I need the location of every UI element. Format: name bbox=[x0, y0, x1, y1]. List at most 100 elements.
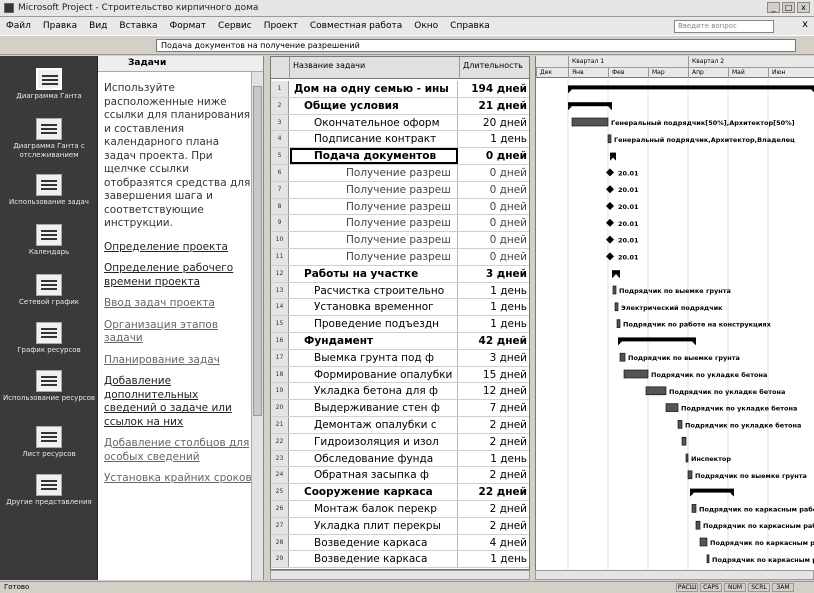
table-row[interactable]: 29 Возведение каркаса 1 день bbox=[271, 551, 529, 569]
menu-file[interactable]: Файл bbox=[0, 21, 37, 31]
duration-cell[interactable]: 3 дней bbox=[459, 266, 529, 282]
task-name-cell[interactable]: Получение разреш bbox=[290, 198, 458, 215]
table-row[interactable]: 21 Демонтаж опалубки с2 дней bbox=[271, 417, 529, 434]
duration-cell[interactable]: 1 день bbox=[459, 316, 529, 332]
link-working-time[interactable]: Определение рабочего времени проекта bbox=[104, 262, 252, 289]
menu-format[interactable]: Формат bbox=[164, 21, 213, 31]
view-more-views[interactable]: Другие представления bbox=[0, 474, 98, 507]
row-number[interactable]: 20 bbox=[271, 400, 289, 416]
row-number[interactable]: 23 bbox=[271, 450, 289, 467]
view-resource-usage[interactable]: Использование ресурсов bbox=[0, 370, 98, 403]
table-row[interactable]: 12 Работы на участке 3 дней bbox=[271, 265, 529, 283]
row-number[interactable]: 1 bbox=[271, 81, 289, 97]
task-name-cell[interactable]: Работы на участке bbox=[290, 265, 458, 282]
menu-insert[interactable]: Вставка bbox=[113, 21, 163, 31]
table-row[interactable]: 17 Выемка грунта под ф3 дней bbox=[271, 349, 529, 367]
menu-edit[interactable]: Правка bbox=[37, 21, 83, 31]
task-name-cell[interactable]: Дом на одну семью - ины bbox=[290, 81, 458, 97]
duration-cell[interactable]: 1 день bbox=[459, 451, 529, 467]
row-number[interactable]: 14 bbox=[271, 299, 289, 316]
link-set-deadlines[interactable]: Установка крайних сроков bbox=[104, 472, 252, 486]
task-name-cell[interactable]: Выдерживание стен ф bbox=[290, 400, 458, 416]
row-number[interactable]: 13 bbox=[271, 282, 289, 299]
table-row[interactable]: 11 Получение разреш 0 дней bbox=[271, 249, 529, 266]
row-number[interactable]: 12 bbox=[271, 265, 289, 282]
task-name-cell[interactable]: Получение разреш bbox=[290, 232, 458, 248]
duration-cell[interactable]: 0 дней bbox=[459, 165, 529, 181]
task-name-cell[interactable]: Получение разреш bbox=[290, 249, 458, 265]
table-row[interactable]: 22 Гидроизоляция и изол 2 дней bbox=[271, 433, 529, 451]
table-row[interactable]: 25 Сооружение каркаса 22 дней bbox=[271, 484, 529, 501]
duration-cell[interactable]: 15 дней bbox=[459, 367, 529, 383]
view-calendar[interactable]: Календарь bbox=[0, 224, 98, 257]
table-row[interactable]: 2 Общие условия 21 дней bbox=[271, 97, 529, 115]
duration-cell[interactable]: 12 дней bbox=[459, 383, 529, 399]
entry-field[interactable]: Подача документов на получение разрешени… bbox=[156, 39, 796, 52]
link-schedule-tasks[interactable]: Планирование задач bbox=[104, 354, 252, 368]
duration-cell[interactable]: 1 день bbox=[459, 283, 529, 299]
table-row[interactable]: 18 Формирование опалубки 15 дней bbox=[271, 366, 529, 384]
row-number[interactable]: 27 bbox=[271, 517, 289, 534]
row-number[interactable]: 10 bbox=[271, 232, 289, 248]
view-network-diagram[interactable]: Сетевой график bbox=[0, 274, 98, 307]
table-row[interactable]: 27 Укладка плит перекры 2 дней bbox=[271, 517, 529, 535]
task-name-cell[interactable]: Обследование фунда bbox=[290, 450, 458, 467]
link-add-task-info[interactable]: Добавление дополнительных сведений о зад… bbox=[104, 375, 252, 429]
duration-cell[interactable]: 20 дней bbox=[459, 115, 529, 131]
row-number[interactable]: 5 bbox=[271, 148, 289, 164]
row-number[interactable]: 25 bbox=[271, 484, 289, 500]
table-row[interactable]: 20 Выдерживание стен ф7 дней bbox=[271, 400, 529, 417]
duration-cell[interactable]: 4 дней bbox=[459, 535, 529, 551]
row-number[interactable]: 22 bbox=[271, 433, 289, 450]
row-number[interactable]: 18 bbox=[271, 366, 289, 383]
table-row[interactable]: 28 Возведение каркаса 4 дней bbox=[271, 534, 529, 552]
link-define-project[interactable]: Определение проекта bbox=[104, 241, 252, 255]
duration-cell[interactable]: 2 дней bbox=[459, 518, 529, 534]
task-name-cell[interactable]: Проведение подъездн bbox=[290, 316, 458, 332]
task-name-cell[interactable]: Общие условия bbox=[290, 97, 458, 114]
table-row[interactable]: 24 Обратная засыпка ф2 дней bbox=[271, 467, 529, 485]
row-number[interactable]: 26 bbox=[271, 501, 289, 517]
view-resource-graph[interactable]: График ресурсов bbox=[0, 322, 98, 355]
task-name-cell[interactable]: Фундамент bbox=[290, 333, 458, 349]
table-row[interactable]: 10 Получение разреш 0 дней bbox=[271, 232, 529, 249]
duration-cell[interactable]: 194 дней bbox=[459, 81, 529, 97]
table-row[interactable]: 19 Укладка бетона для ф 12 дней bbox=[271, 383, 529, 401]
task-name-cell[interactable]: Монтаж балок перекр bbox=[290, 501, 458, 517]
row-number[interactable]: 21 bbox=[271, 417, 289, 433]
row-number[interactable]: 24 bbox=[271, 467, 289, 484]
menu-help[interactable]: Справка bbox=[444, 21, 496, 31]
duration-cell[interactable]: 0 дней bbox=[459, 148, 529, 164]
table-row[interactable]: 14 Установка временног 1 день bbox=[271, 299, 529, 317]
table-row[interactable]: 4 Подписание контракт 1 день bbox=[271, 131, 529, 149]
duration-cell[interactable]: 0 дней bbox=[459, 215, 529, 231]
task-name-cell[interactable]: Установка временног bbox=[290, 299, 458, 316]
view-resource-sheet[interactable]: Лист ресурсов bbox=[0, 426, 98, 459]
task-name-cell[interactable]: Укладка бетона для ф bbox=[290, 383, 458, 400]
duration-cell[interactable]: 0 дней bbox=[459, 182, 529, 198]
scrollbar-thumb[interactable] bbox=[253, 86, 262, 416]
table-row[interactable]: 26 Монтаж балок перекр 2 дней bbox=[271, 501, 529, 518]
duration-cell[interactable]: 7 дней bbox=[459, 400, 529, 416]
duration-cell[interactable]: 2 дней bbox=[459, 417, 529, 433]
view-task-usage[interactable]: Использование задач bbox=[0, 174, 98, 207]
row-number[interactable]: 11 bbox=[271, 249, 289, 265]
menu-collaborate[interactable]: Совместная работа bbox=[304, 21, 408, 31]
duration-cell[interactable]: 22 дней bbox=[459, 484, 529, 500]
task-name-cell[interactable]: Укладка плит перекры bbox=[290, 517, 458, 534]
menu-project[interactable]: Проект bbox=[258, 21, 304, 31]
menu-view[interactable]: Вид bbox=[83, 21, 113, 31]
row-number[interactable]: 28 bbox=[271, 534, 289, 551]
task-name-cell[interactable]: Подача документов bbox=[290, 148, 458, 164]
menu-window[interactable]: Окно bbox=[408, 21, 444, 31]
row-number[interactable]: 6 bbox=[271, 165, 289, 181]
task-name-cell[interactable]: Сооружение каркаса bbox=[290, 484, 458, 500]
row-number[interactable]: 8 bbox=[271, 198, 289, 215]
row-number[interactable]: 7 bbox=[271, 181, 289, 198]
task-name-cell[interactable]: Формирование опалубки bbox=[290, 366, 458, 383]
duration-cell[interactable]: 42 дней bbox=[459, 333, 529, 349]
task-name-cell[interactable]: Подписание контракт bbox=[290, 131, 458, 148]
table-row[interactable]: 7 Получение разреш 0 дней bbox=[271, 181, 529, 199]
duration-cell[interactable]: 1 день bbox=[459, 299, 529, 315]
table-row[interactable]: 9 Получение разреш 0 дней bbox=[271, 215, 529, 233]
